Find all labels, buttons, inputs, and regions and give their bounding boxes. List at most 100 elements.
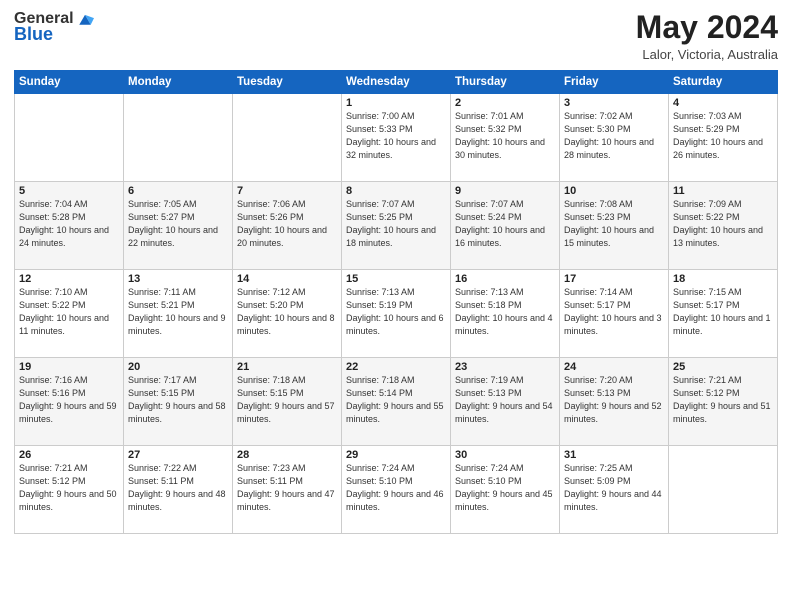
- calendar-cell: 3 Sunrise: 7:02 AMSunset: 5:30 PMDayligh…: [560, 94, 669, 182]
- day-info: Sunrise: 7:07 AMSunset: 5:25 PMDaylight:…: [346, 199, 436, 248]
- calendar-cell: 17 Sunrise: 7:14 AMSunset: 5:17 PMDaylig…: [560, 270, 669, 358]
- logo-icon: [76, 10, 94, 28]
- calendar-row-4: 26 Sunrise: 7:21 AMSunset: 5:12 PMDaylig…: [15, 446, 778, 534]
- calendar-cell: 10 Sunrise: 7:08 AMSunset: 5:23 PMDaylig…: [560, 182, 669, 270]
- calendar-cell: 18 Sunrise: 7:15 AMSunset: 5:17 PMDaylig…: [669, 270, 778, 358]
- calendar-cell: 4 Sunrise: 7:03 AMSunset: 5:29 PMDayligh…: [669, 94, 778, 182]
- day-info: Sunrise: 7:13 AMSunset: 5:19 PMDaylight:…: [346, 287, 444, 336]
- calendar-cell: 9 Sunrise: 7:07 AMSunset: 5:24 PMDayligh…: [451, 182, 560, 270]
- day-number: 30: [455, 449, 555, 461]
- day-info: Sunrise: 7:09 AMSunset: 5:22 PMDaylight:…: [673, 199, 763, 248]
- day-info: Sunrise: 7:14 AMSunset: 5:17 PMDaylight:…: [564, 287, 662, 336]
- page: General Blue May 2024 Lalor, Victoria, A…: [0, 0, 792, 612]
- calendar-row-2: 12 Sunrise: 7:10 AMSunset: 5:22 PMDaylig…: [15, 270, 778, 358]
- header-monday: Monday: [124, 71, 233, 94]
- day-number: 5: [19, 185, 119, 197]
- calendar-row-1: 5 Sunrise: 7:04 AMSunset: 5:28 PMDayligh…: [15, 182, 778, 270]
- day-number: 29: [346, 449, 446, 461]
- calendar-cell: 29 Sunrise: 7:24 AMSunset: 5:10 PMDaylig…: [342, 446, 451, 534]
- calendar-cell: 31 Sunrise: 7:25 AMSunset: 5:09 PMDaylig…: [560, 446, 669, 534]
- location: Lalor, Victoria, Australia: [636, 47, 778, 62]
- day-number: 23: [455, 361, 555, 373]
- day-info: Sunrise: 7:02 AMSunset: 5:30 PMDaylight:…: [564, 111, 654, 160]
- calendar-cell: 6 Sunrise: 7:05 AMSunset: 5:27 PMDayligh…: [124, 182, 233, 270]
- day-info: Sunrise: 7:21 AMSunset: 5:12 PMDaylight:…: [673, 375, 771, 424]
- calendar-cell: [124, 94, 233, 182]
- calendar-cell: 27 Sunrise: 7:22 AMSunset: 5:11 PMDaylig…: [124, 446, 233, 534]
- day-info: Sunrise: 7:07 AMSunset: 5:24 PMDaylight:…: [455, 199, 545, 248]
- day-info: Sunrise: 7:01 AMSunset: 5:32 PMDaylight:…: [455, 111, 545, 160]
- calendar-cell: 20 Sunrise: 7:17 AMSunset: 5:15 PMDaylig…: [124, 358, 233, 446]
- calendar-cell: 1 Sunrise: 7:00 AMSunset: 5:33 PMDayligh…: [342, 94, 451, 182]
- logo-blue-text: Blue: [14, 24, 53, 45]
- day-number: 24: [564, 361, 664, 373]
- calendar-cell: [669, 446, 778, 534]
- day-info: Sunrise: 7:10 AMSunset: 5:22 PMDaylight:…: [19, 287, 109, 336]
- day-number: 26: [19, 449, 119, 461]
- calendar-cell: 11 Sunrise: 7:09 AMSunset: 5:22 PMDaylig…: [669, 182, 778, 270]
- day-number: 27: [128, 449, 228, 461]
- day-number: 18: [673, 273, 773, 285]
- calendar-cell: 7 Sunrise: 7:06 AMSunset: 5:26 PMDayligh…: [233, 182, 342, 270]
- day-info: Sunrise: 7:13 AMSunset: 5:18 PMDaylight:…: [455, 287, 553, 336]
- calendar-cell: 14 Sunrise: 7:12 AMSunset: 5:20 PMDaylig…: [233, 270, 342, 358]
- calendar-cell: 19 Sunrise: 7:16 AMSunset: 5:16 PMDaylig…: [15, 358, 124, 446]
- calendar-cell: 8 Sunrise: 7:07 AMSunset: 5:25 PMDayligh…: [342, 182, 451, 270]
- day-info: Sunrise: 7:24 AMSunset: 5:10 PMDaylight:…: [346, 463, 444, 512]
- day-info: Sunrise: 7:17 AMSunset: 5:15 PMDaylight:…: [128, 375, 226, 424]
- day-number: 8: [346, 185, 446, 197]
- calendar-row-3: 19 Sunrise: 7:16 AMSunset: 5:16 PMDaylig…: [15, 358, 778, 446]
- calendar-cell: 25 Sunrise: 7:21 AMSunset: 5:12 PMDaylig…: [669, 358, 778, 446]
- calendar-cell: 28 Sunrise: 7:23 AMSunset: 5:11 PMDaylig…: [233, 446, 342, 534]
- day-info: Sunrise: 7:05 AMSunset: 5:27 PMDaylight:…: [128, 199, 218, 248]
- calendar-cell: 22 Sunrise: 7:18 AMSunset: 5:14 PMDaylig…: [342, 358, 451, 446]
- day-number: 31: [564, 449, 664, 461]
- header-tuesday: Tuesday: [233, 71, 342, 94]
- day-info: Sunrise: 7:03 AMSunset: 5:29 PMDaylight:…: [673, 111, 763, 160]
- day-number: 11: [673, 185, 773, 197]
- month-year: May 2024: [636, 10, 778, 45]
- day-info: Sunrise: 7:08 AMSunset: 5:23 PMDaylight:…: [564, 199, 654, 248]
- day-info: Sunrise: 7:16 AMSunset: 5:16 PMDaylight:…: [19, 375, 117, 424]
- day-number: 16: [455, 273, 555, 285]
- day-number: 21: [237, 361, 337, 373]
- day-info: Sunrise: 7:21 AMSunset: 5:12 PMDaylight:…: [19, 463, 117, 512]
- header: General Blue May 2024 Lalor, Victoria, A…: [14, 10, 778, 62]
- calendar-cell: 16 Sunrise: 7:13 AMSunset: 5:18 PMDaylig…: [451, 270, 560, 358]
- calendar-cell: 13 Sunrise: 7:11 AMSunset: 5:21 PMDaylig…: [124, 270, 233, 358]
- day-number: 2: [455, 97, 555, 109]
- day-number: 13: [128, 273, 228, 285]
- title-block: May 2024 Lalor, Victoria, Australia: [636, 10, 778, 62]
- day-number: 1: [346, 97, 446, 109]
- logo: General Blue: [14, 10, 94, 45]
- day-number: 25: [673, 361, 773, 373]
- calendar-cell: 12 Sunrise: 7:10 AMSunset: 5:22 PMDaylig…: [15, 270, 124, 358]
- calendar-cell: 23 Sunrise: 7:19 AMSunset: 5:13 PMDaylig…: [451, 358, 560, 446]
- day-number: 10: [564, 185, 664, 197]
- day-info: Sunrise: 7:19 AMSunset: 5:13 PMDaylight:…: [455, 375, 553, 424]
- header-sunday: Sunday: [15, 71, 124, 94]
- day-number: 15: [346, 273, 446, 285]
- day-info: Sunrise: 7:11 AMSunset: 5:21 PMDaylight:…: [128, 287, 226, 336]
- day-info: Sunrise: 7:12 AMSunset: 5:20 PMDaylight:…: [237, 287, 335, 336]
- calendar-cell: 24 Sunrise: 7:20 AMSunset: 5:13 PMDaylig…: [560, 358, 669, 446]
- day-number: 20: [128, 361, 228, 373]
- day-info: Sunrise: 7:06 AMSunset: 5:26 PMDaylight:…: [237, 199, 327, 248]
- day-number: 17: [564, 273, 664, 285]
- day-number: 7: [237, 185, 337, 197]
- header-thursday: Thursday: [451, 71, 560, 94]
- calendar-header-row: Sunday Monday Tuesday Wednesday Thursday…: [15, 71, 778, 94]
- header-saturday: Saturday: [669, 71, 778, 94]
- day-info: Sunrise: 7:04 AMSunset: 5:28 PMDaylight:…: [19, 199, 109, 248]
- calendar-cell: 26 Sunrise: 7:21 AMSunset: 5:12 PMDaylig…: [15, 446, 124, 534]
- day-info: Sunrise: 7:00 AMSunset: 5:33 PMDaylight:…: [346, 111, 436, 160]
- calendar-cell: [233, 94, 342, 182]
- calendar-cell: 5 Sunrise: 7:04 AMSunset: 5:28 PMDayligh…: [15, 182, 124, 270]
- day-info: Sunrise: 7:20 AMSunset: 5:13 PMDaylight:…: [564, 375, 662, 424]
- calendar-table: Sunday Monday Tuesday Wednesday Thursday…: [14, 70, 778, 534]
- calendar-cell: 30 Sunrise: 7:24 AMSunset: 5:10 PMDaylig…: [451, 446, 560, 534]
- calendar-cell: 21 Sunrise: 7:18 AMSunset: 5:15 PMDaylig…: [233, 358, 342, 446]
- header-friday: Friday: [560, 71, 669, 94]
- day-info: Sunrise: 7:18 AMSunset: 5:15 PMDaylight:…: [237, 375, 335, 424]
- day-info: Sunrise: 7:18 AMSunset: 5:14 PMDaylight:…: [346, 375, 444, 424]
